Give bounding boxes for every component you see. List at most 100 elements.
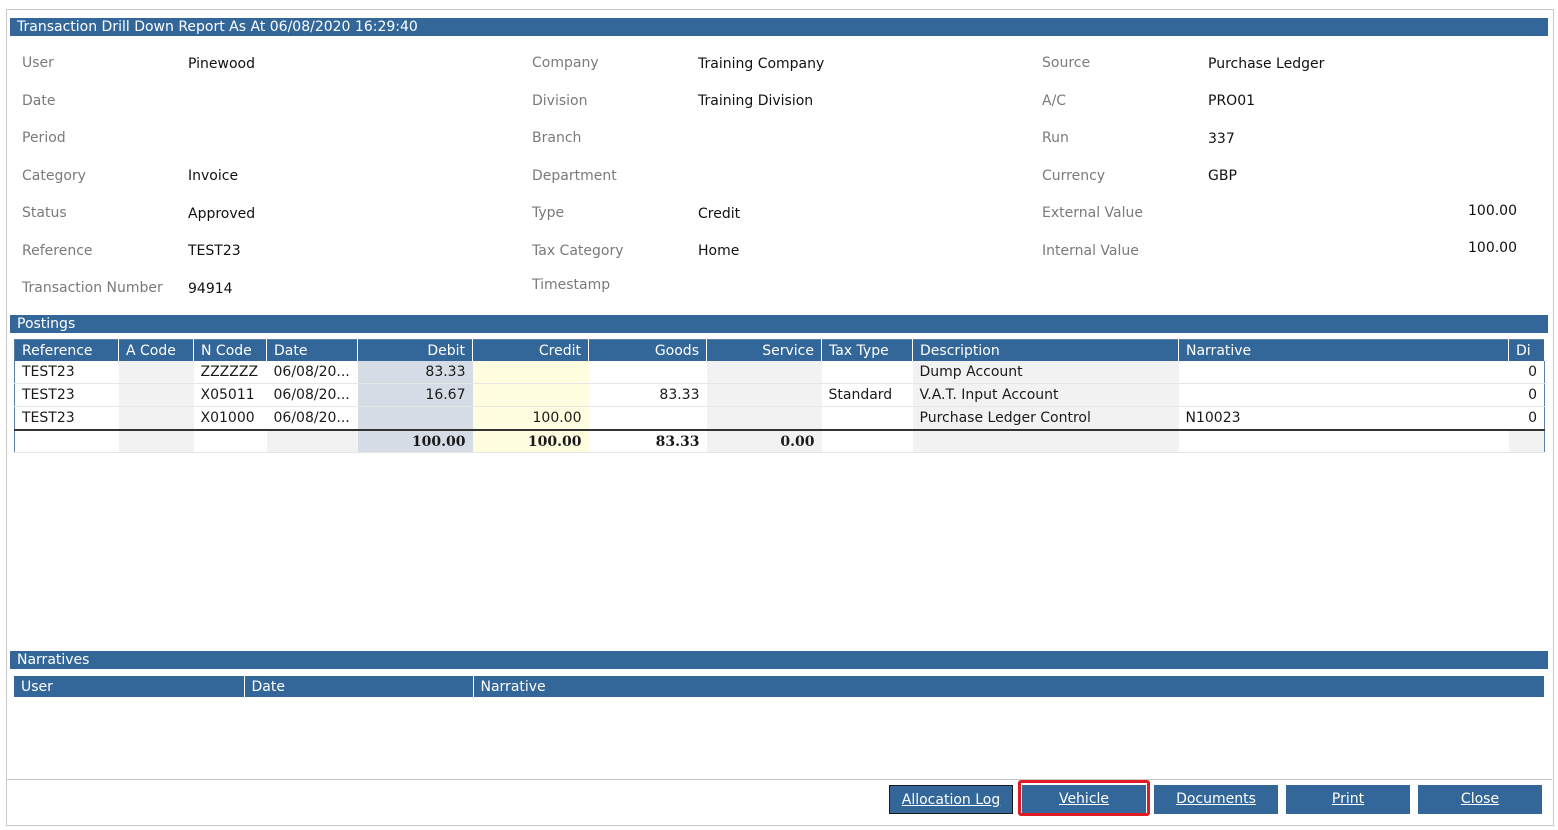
col-header-credit[interactable]: Credit [472, 339, 589, 361]
allocation-log-button[interactable]: Allocation Log [889, 785, 1013, 814]
postings-title: Postings [17, 316, 76, 332]
cell-date: 06/08/20... [266, 361, 358, 384]
table-row[interactable]: TEST23 X01000 06/08/20... 100.00 Purchas… [14, 406, 1545, 431]
type-label: Type [532, 205, 565, 221]
report-title: Transaction Drill Down Report As At 06/0… [17, 19, 418, 35]
cell-a-code [118, 406, 194, 431]
col-header-n-code[interactable]: N Code [193, 339, 267, 361]
cell-tax-type [821, 361, 913, 384]
user-label: User [22, 55, 54, 71]
company-label: Company [532, 55, 599, 71]
cell-reference: TEST23 [14, 406, 119, 431]
tax-category-label: Tax Category [532, 243, 624, 259]
cell-tax-type [821, 406, 913, 431]
col-header-reference[interactable]: Reference [14, 339, 119, 361]
status-value: Approved [188, 206, 256, 222]
total-blank [1508, 429, 1545, 453]
col-header-tax-type[interactable]: Tax Type [821, 339, 913, 361]
cell-reference: TEST23 [14, 361, 119, 384]
narratives-table: User Date Narrative [14, 676, 1545, 697]
transaction-number-value: 94914 [188, 281, 233, 297]
reference-value: TEST23 [188, 243, 241, 259]
postings-header-row: Reference A Code N Code Date Debit Credi… [14, 339, 1545, 361]
total-blank [821, 429, 913, 453]
col-header-debit[interactable]: Debit [357, 339, 473, 361]
cell-description: Dump Account [912, 361, 1179, 384]
division-label: Division [532, 93, 588, 109]
branch-label: Branch [532, 130, 582, 146]
report-title-bar: Transaction Drill Down Report As At 06/0… [10, 18, 1548, 36]
cell-di: 0 [1508, 406, 1545, 431]
table-row[interactable]: TEST23 ZZZZZZ 06/08/20... 83.33 Dump Acc… [14, 361, 1545, 384]
cell-n-code: ZZZZZZ [193, 361, 267, 384]
cell-service [706, 361, 822, 384]
reference-label: Reference [22, 243, 93, 259]
category-value: Invoice [188, 168, 239, 184]
cell-goods: 83.33 [588, 383, 707, 407]
col-header-a-code[interactable]: A Code [118, 339, 194, 361]
cell-credit [472, 361, 589, 384]
external-value-value: 100.00 [1468, 203, 1517, 219]
cell-narrative [1178, 383, 1509, 407]
cell-di: 0 [1508, 383, 1545, 407]
col-header-date[interactable]: Date [266, 339, 358, 361]
cell-n-code: X05011 [193, 383, 267, 407]
status-label: Status [22, 205, 67, 221]
col-header-di[interactable]: Di [1508, 339, 1545, 361]
col-header-description[interactable]: Description [912, 339, 1179, 361]
transaction-number-label: Transaction Number [22, 280, 163, 296]
cell-date: 06/08/20... [266, 383, 358, 407]
cell-debit: 16.67 [357, 383, 473, 407]
total-blank [118, 429, 194, 453]
cell-credit: 100.00 [472, 406, 589, 431]
total-blank [912, 429, 1179, 453]
run-value: 337 [1208, 131, 1235, 147]
col-header-service[interactable]: Service [706, 339, 822, 361]
print-button[interactable]: Print [1286, 785, 1410, 814]
col-header-goods[interactable]: Goods [588, 339, 707, 361]
date-label: Date [22, 93, 56, 109]
close-button[interactable]: Close [1418, 785, 1542, 814]
cell-service [706, 383, 822, 407]
cell-tax-type: Standard [821, 383, 913, 407]
total-goods: 83.33 [588, 429, 707, 453]
currency-label: Currency [1042, 168, 1106, 184]
narratives-section-bar: Narratives [10, 651, 1548, 669]
table-row[interactable]: TEST23 X05011 06/08/20... 16.67 83.33 St… [14, 383, 1545, 407]
internal-value-value: 100.00 [1468, 240, 1517, 256]
source-value: Purchase Ledger [1208, 56, 1325, 72]
cell-di: 0 [1508, 361, 1545, 384]
cell-reference: TEST23 [14, 383, 119, 407]
total-blank [266, 429, 358, 453]
cell-n-code: X01000 [193, 406, 267, 431]
source-label: Source [1042, 55, 1091, 71]
cell-debit [357, 406, 473, 431]
postings-section-bar: Postings [10, 315, 1548, 333]
cell-debit: 83.33 [357, 361, 473, 384]
total-service: 0.00 [706, 429, 822, 453]
division-value: Training Division [698, 93, 814, 109]
cell-goods [588, 406, 707, 431]
cell-credit [472, 383, 589, 407]
cell-goods [588, 361, 707, 384]
cell-description: V.A.T. Input Account [912, 383, 1179, 407]
account-value: PRO01 [1208, 93, 1256, 109]
narratives-title: Narratives [17, 652, 90, 668]
run-label: Run [1042, 130, 1069, 146]
cell-narrative: N10023 [1178, 406, 1509, 431]
documents-button[interactable]: Documents [1154, 785, 1278, 814]
total-blank [14, 429, 119, 453]
department-label: Department [532, 168, 617, 184]
category-label: Category [22, 168, 86, 184]
col-header-date[interactable]: Date [244, 676, 474, 697]
total-blank [193, 429, 267, 453]
user-value: Pinewood [188, 56, 255, 72]
totals-row: 100.00 100.00 83.33 0.00 [14, 429, 1545, 453]
tax-category-value: Home [698, 243, 740, 259]
col-header-user[interactable]: User [14, 676, 245, 697]
cell-a-code [118, 383, 194, 407]
currency-value: GBP [1208, 168, 1237, 184]
col-header-narrative[interactable]: Narrative [473, 676, 1545, 697]
col-header-narrative[interactable]: Narrative [1178, 339, 1509, 361]
company-value: Training Company [698, 56, 825, 72]
